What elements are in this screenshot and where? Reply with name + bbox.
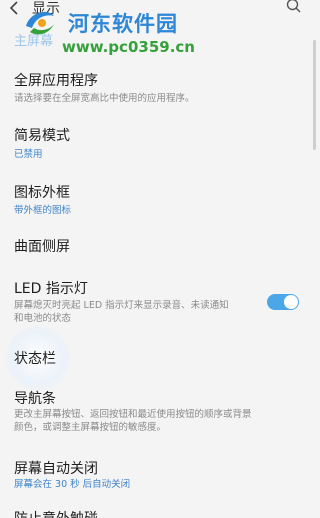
partial-item-label: 主屏幕 bbox=[14, 34, 54, 49]
setting-accidental-touch[interactable]: 防止意外触碰 bbox=[0, 504, 317, 518]
item-subtitle-line1: 更改主屏幕按钮、返回按钮和最近使用按钮的顺序或背景 bbox=[14, 409, 252, 420]
watermark-url: www.pc0359.cn bbox=[62, 38, 195, 56]
item-title: 曲面侧屏 bbox=[14, 239, 70, 255]
item-subtitle: 请选择要在全屏宽高比中使用的应用程序。 bbox=[14, 93, 195, 104]
item-title: 防止意外触碰 bbox=[14, 508, 98, 518]
setting-navigation-bar[interactable]: 导航条 更改主屏幕按钮、返回按钮和最近使用按钮的顺序或背景 颜色，或调整主屏幕按… bbox=[0, 384, 317, 444]
item-title: 状态栏 bbox=[14, 351, 56, 367]
setting-icon-frames[interactable]: 图标外框 带外框的图标 bbox=[0, 174, 317, 222]
item-subtitle-line2: 和电池的状态 bbox=[14, 313, 72, 324]
item-title: 简易模式 bbox=[14, 128, 70, 144]
item-title: LED 指示灯 bbox=[14, 281, 88, 297]
item-title: 屏幕自动关闭 bbox=[14, 461, 98, 477]
setting-full-screen-apps[interactable]: 全屏应用程序 请选择要在全屏宽高比中使用的应用程序。 bbox=[0, 62, 317, 110]
item-status: 屏幕会在 30 秒 后自动关闭 bbox=[14, 479, 131, 490]
item-subtitle-line2: 颜色，或调整主屏幕按钮的敏感度。 bbox=[14, 422, 167, 433]
app-bar: 显示 bbox=[0, 0, 317, 32]
item-subtitle-line1: 屏幕熄灭时亮起 LED 指示灯来显示录音、未读通知 bbox=[14, 300, 229, 311]
item-status: 已禁用 bbox=[14, 149, 43, 160]
setting-screen-timeout[interactable]: 屏幕自动关闭 屏幕会在 30 秒 后自动关闭 bbox=[0, 454, 317, 500]
setting-led-indicator[interactable]: LED 指示灯 屏幕熄灭时亮起 LED 指示灯来显示录音、未读通知 和电池的状态 bbox=[0, 272, 317, 330]
item-title: 全屏应用程序 bbox=[14, 73, 98, 89]
item-title: 导航条 bbox=[14, 391, 56, 407]
back-arrow-icon[interactable] bbox=[6, 0, 22, 16]
item-title: 图标外框 bbox=[14, 185, 70, 201]
setting-easy-mode[interactable]: 简易模式 已禁用 bbox=[0, 117, 317, 165]
setting-status-bar[interactable]: 状态栏 bbox=[0, 342, 317, 376]
page-title: 显示 bbox=[32, 1, 60, 17]
toggle-knob bbox=[284, 295, 298, 309]
item-status: 带外框的图标 bbox=[14, 205, 72, 216]
led-indicator-toggle[interactable] bbox=[267, 294, 299, 310]
search-icon[interactable] bbox=[285, 0, 303, 16]
setting-edge-screen[interactable]: 曲面侧屏 bbox=[0, 228, 317, 262]
